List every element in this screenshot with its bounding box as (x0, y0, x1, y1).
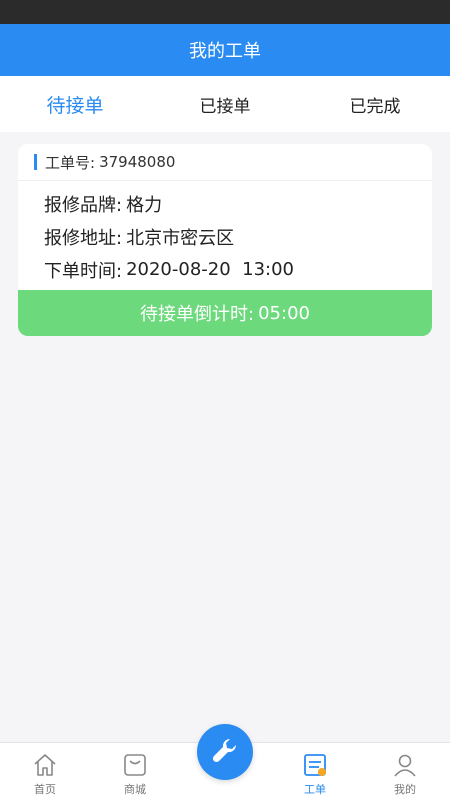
countdown-value: 05:00 (258, 302, 310, 324)
tabbar-mine-label: 我的 (394, 783, 416, 796)
user-icon (391, 751, 419, 779)
tabbar-shop[interactable]: 商城 (90, 743, 180, 801)
order-number-row: 工单号: 37948080 (18, 144, 432, 181)
order-tabs: 待接单 已接单 已完成 (0, 76, 450, 132)
tab-pending[interactable]: 待接单 (0, 91, 150, 118)
countdown-label: 待接单倒计时: (140, 304, 255, 325)
tabbar-workorder[interactable]: 工单 (270, 743, 360, 801)
workorder-icon (301, 751, 329, 779)
repair-fab-button[interactable] (197, 724, 253, 780)
time-label: 下单时间: (44, 260, 123, 282)
tab-accepted[interactable]: 已接单 (150, 92, 300, 117)
tabbar-home-label: 首页 (34, 783, 56, 796)
order-card[interactable]: 工单号: 37948080 报修品牌: 格力 报修地址: 北京市密云区 下单时间… (18, 144, 432, 336)
tabbar-workorder-label: 工单 (304, 783, 326, 796)
order-number-value: 37948080 (99, 153, 176, 171)
address-row: 报修地址: 北京市密云区 (18, 220, 432, 253)
countdown-banner[interactable]: 待接单倒计时: 05:00 (18, 290, 432, 336)
home-icon (31, 751, 59, 779)
address-label: 报修地址: (44, 227, 123, 249)
time-row: 下单时间: 2020-08-20 13:00 (18, 253, 432, 286)
page-title: 我的工单 (0, 24, 450, 76)
brand-row: 报修品牌: 格力 (18, 187, 432, 220)
order-number-label: 工单号: (45, 153, 96, 172)
tabbar-home[interactable]: 首页 (0, 743, 90, 801)
brand-value: 格力 (126, 194, 163, 216)
address-value: 北京市密云区 (126, 227, 235, 249)
wrench-icon (210, 735, 240, 769)
tabbar-shop-label: 商城 (124, 783, 146, 796)
status-bar (0, 0, 450, 24)
accent-bar (34, 154, 37, 170)
brand-label: 报修品牌: (44, 194, 123, 216)
shop-icon (121, 751, 149, 779)
tabbar-mine[interactable]: 我的 (360, 743, 450, 801)
time-value: 2020-08-20 13:00 (126, 259, 295, 280)
tab-completed[interactable]: 已完成 (300, 92, 450, 117)
